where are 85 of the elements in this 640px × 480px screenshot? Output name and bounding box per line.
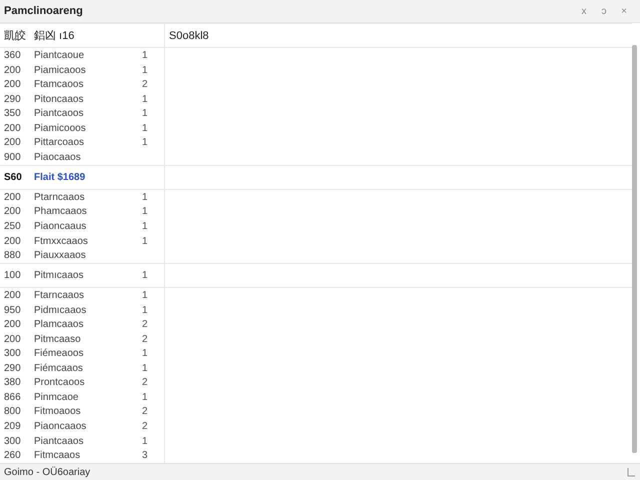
row-count: 1: [142, 290, 149, 301]
row-count: 1: [142, 221, 149, 232]
row-code: 300: [3, 348, 22, 360]
row-name: Plamcaaos: [34, 319, 84, 330]
row-count: 3: [142, 450, 149, 462]
row-count: 1: [142, 392, 149, 403]
status-text: Goimo - ОÜ6oariay: [4, 466, 92, 478]
row-name: Ftarncaaos: [34, 290, 86, 301]
row-code: 350: [3, 108, 22, 120]
row-name: Pitmıcaaos: [34, 270, 84, 282]
column-header[interactable]: 凱皎: [0, 28, 34, 44]
row-code: 209: [3, 421, 22, 432]
row-name: Pitoncaaos: [34, 94, 84, 105]
row-name: Ptarncaaos: [34, 192, 86, 203]
row-code: 360: [3, 50, 22, 62]
row-code: 866: [3, 392, 22, 403]
row-count: 2: [142, 421, 149, 432]
row-name: Piantcaoue: [34, 50, 86, 62]
row-name: Piaocaaos: [34, 152, 82, 164]
group-title: Flait $1689: [34, 172, 86, 183]
row-code: 260: [3, 450, 22, 462]
row-name: Fiémeaoos: [34, 348, 84, 360]
row-name: Phamcaaos: [34, 206, 88, 218]
row-name: Piauxxaaos: [34, 250, 87, 262]
row-name: Prontcaoos: [34, 377, 86, 388]
row-name: Piantcaoos: [34, 108, 84, 120]
row-name: Piaoncaaos: [34, 421, 88, 432]
row-count: 1: [142, 362, 149, 374]
resize-grip-icon[interactable]: [627, 467, 636, 477]
row-code: 200: [3, 79, 22, 90]
row-code: 200: [3, 137, 22, 148]
row-name: Fitmcaaos: [34, 450, 82, 462]
row-code: 880: [3, 250, 22, 262]
row-code: 950: [3, 304, 22, 316]
row-count: 1: [142, 206, 149, 218]
row-code: 290: [3, 94, 22, 105]
row-code: 200: [3, 192, 22, 203]
scrollbar-thumb[interactable]: [632, 45, 637, 453]
row-code: 200: [3, 290, 22, 301]
row-count: 1: [142, 122, 149, 134]
row-name: Piantcaaos: [34, 436, 84, 447]
row-count: 1: [142, 94, 149, 105]
row-code: 300: [3, 436, 22, 447]
row-count: 2: [142, 377, 149, 388]
column-header[interactable]: S0o8kl8: [169, 30, 209, 42]
row-code: 200: [3, 64, 22, 76]
row-name: Ftamcaoos: [34, 79, 84, 90]
row-code: 800: [3, 406, 22, 418]
row-code: S60: [3, 172, 23, 183]
row-name: Piamicaoos: [34, 64, 87, 76]
row-name: Fiémcaaos: [34, 362, 84, 374]
row-name: Pittarcoaos: [34, 137, 86, 148]
row-code: 900: [3, 152, 22, 164]
row-count: 1: [142, 50, 149, 62]
row-count: 2: [142, 334, 149, 345]
row-count: 1: [142, 236, 149, 247]
row-code: 250: [3, 221, 22, 232]
row-count: 1: [142, 304, 149, 316]
row-count: 2: [142, 319, 149, 330]
row-count: 1: [142, 348, 149, 360]
row-code: 200: [3, 206, 22, 218]
row-count: 1: [142, 137, 149, 148]
row-code: 200: [3, 236, 22, 247]
row-code: 380: [3, 377, 22, 388]
row-name: Pidmıcaaos: [34, 304, 88, 316]
row-code: 200: [3, 319, 22, 330]
row-count: 2: [142, 406, 149, 418]
row-count: 1: [142, 108, 149, 120]
row-code: 290: [3, 362, 22, 374]
row-name: Pinmcaoe: [34, 392, 80, 403]
row-code: 100: [3, 270, 22, 282]
row-code: 200: [3, 334, 22, 345]
row-count: 1: [142, 436, 149, 447]
window-title: Pamclinoareng: [4, 5, 84, 17]
row-code: 200: [3, 122, 22, 134]
row-count: 1: [142, 192, 149, 203]
row-name: Piamicooos: [34, 122, 87, 134]
row-count: 2: [142, 79, 149, 90]
column-header[interactable]: 鋁凶 ı16: [34, 28, 74, 44]
row-name: Ftmxxcaaos: [34, 236, 89, 247]
row-name: Piaoncaaus: [34, 221, 88, 232]
row-count: 1: [142, 270, 149, 282]
row-count: 1: [142, 64, 149, 76]
row-name: Fitmoaoos: [34, 406, 82, 418]
row-name: Pitmcaaso: [34, 334, 82, 345]
